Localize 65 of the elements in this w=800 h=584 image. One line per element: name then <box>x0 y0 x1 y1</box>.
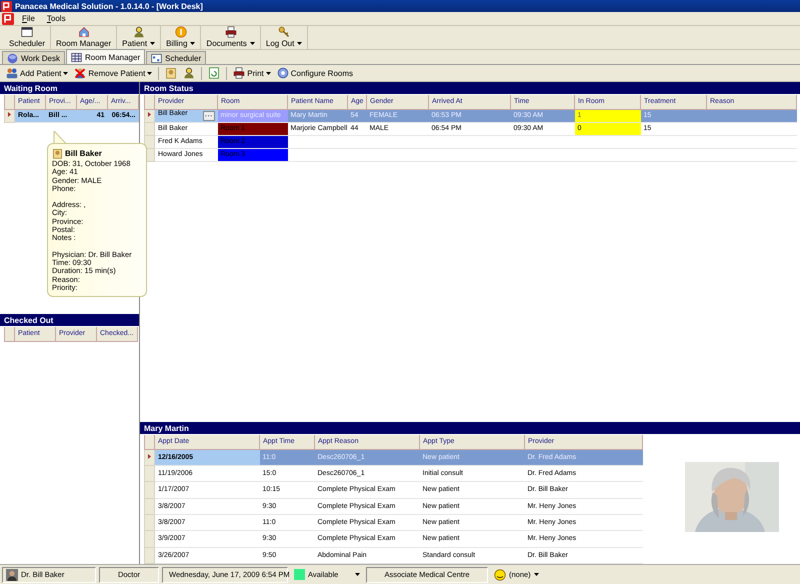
tab[interactable]: Work Desk <box>2 51 65 64</box>
current-row-icon <box>148 454 151 459</box>
calendar-icon <box>151 52 162 64</box>
panel-header: Checked Out <box>0 314 139 326</box>
menu-item[interactable]: File <box>18 14 39 23</box>
row-header <box>144 482 154 498</box>
remove-person-icon <box>74 67 86 79</box>
refresh-icon <box>208 67 220 79</box>
row-header <box>4 327 14 341</box>
row-header <box>144 514 154 531</box>
person-card-icon <box>52 148 63 159</box>
coin-icon <box>174 26 188 38</box>
current-row-icon <box>8 112 11 117</box>
toolbar-button[interactable]: Configure Rooms <box>274 67 355 79</box>
row-header <box>144 122 154 135</box>
person-card-icon <box>165 67 178 79</box>
printer-icon <box>224 26 238 38</box>
menu-item[interactable]: Tools <box>42 14 70 23</box>
row-header <box>4 95 14 109</box>
caret-icon <box>297 42 302 45</box>
tooltip-title: Bill Baker <box>65 148 102 159</box>
person-icon <box>132 26 146 38</box>
tab[interactable]: Scheduler <box>146 51 206 64</box>
window-title: Panacea Medical Solution - 1.0.14.0 - [Work Desk] <box>15 2 203 10</box>
toolbar-button[interactable]: Documents <box>201 26 261 49</box>
caret-icon <box>190 42 196 45</box>
caret-icon <box>266 72 271 74</box>
panel-header: Waiting Room <box>0 82 139 94</box>
row-header <box>144 498 154 514</box>
toolbar-button[interactable]: Billing <box>161 26 202 49</box>
caret-icon <box>250 42 255 45</box>
people-icon <box>6 67 18 79</box>
toolbar-button[interactable]: Print <box>231 67 273 79</box>
toolbar-button[interactable]: Remove Patient <box>72 67 154 79</box>
person-icon <box>183 67 196 79</box>
logo-icon <box>1 0 12 12</box>
key-icon <box>277 26 292 38</box>
caret-icon <box>147 72 152 74</box>
current-row-icon <box>148 112 151 117</box>
caret-icon <box>534 573 539 576</box>
toolbar-button[interactable]: Log Out <box>260 26 308 49</box>
avatar-icon <box>6 568 18 580</box>
grid-icon <box>70 52 82 62</box>
toolbar-button[interactable]: Scheduler <box>4 26 52 49</box>
panel-header: Room Status <box>140 82 800 94</box>
gear-icon <box>276 67 289 79</box>
window-icon <box>20 26 34 38</box>
logo-icon <box>2 12 14 24</box>
printer-icon <box>233 67 246 79</box>
tab[interactable]: Room Manager <box>66 49 146 64</box>
row-header <box>144 95 154 109</box>
caret-icon <box>63 72 68 74</box>
smiley-icon <box>494 568 506 580</box>
row-header <box>144 530 154 548</box>
row-header <box>144 547 154 564</box>
toolbar-button[interactable]: Add Patient <box>4 67 70 79</box>
row-header <box>144 435 154 449</box>
caret-icon <box>150 42 156 45</box>
row-header <box>144 465 154 482</box>
caret-icon <box>355 573 360 576</box>
globe-icon <box>7 52 18 64</box>
panel-header: Mary Martin <box>140 422 800 434</box>
house-icon <box>76 26 91 38</box>
row-header <box>144 135 154 148</box>
more-button[interactable]: ··· <box>202 111 214 121</box>
